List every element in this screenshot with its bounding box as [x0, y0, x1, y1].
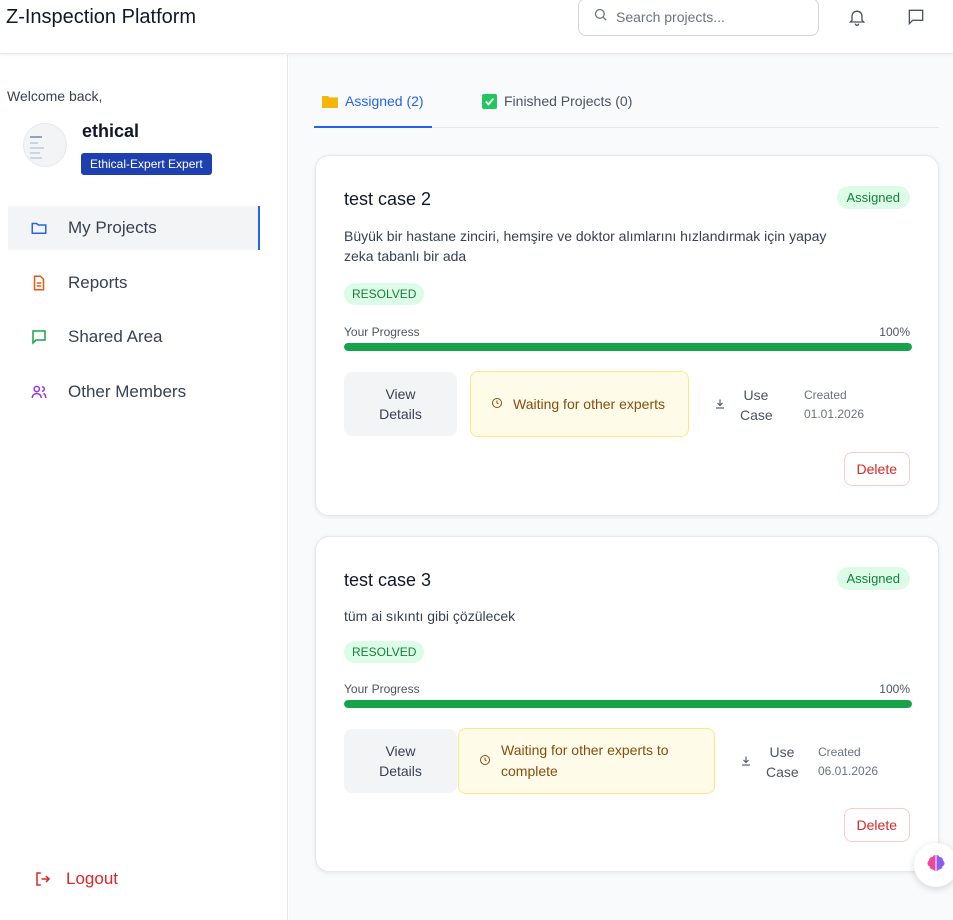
created-info: Created 06.01.2026 [818, 743, 878, 781]
download-icon [740, 752, 752, 772]
resolved-badge: RESOLVED [344, 283, 425, 305]
project-description: Büyük bir hastane zinciri, hemşire ve do… [344, 228, 827, 264]
delete-button[interactable]: Delete [843, 452, 910, 486]
bell-icon[interactable] [846, 6, 868, 28]
document-icon [30, 274, 48, 292]
sidebar-item-label: Shared Area [68, 327, 163, 346]
waiting-text: Waiting for other experts [513, 395, 665, 412]
ai-assistant-button[interactable] [914, 843, 953, 887]
view-details-button[interactable]: View Details [344, 729, 457, 793]
folder-icon [30, 219, 48, 237]
chat-icon [30, 328, 48, 346]
sidebar-item-reports[interactable]: Reports [8, 261, 260, 305]
search-icon [593, 7, 608, 27]
sidebar-nav: My Projects Reports Shared Area Other Me… [8, 206, 260, 424]
waiting-text: Waiting for other experts to complete [501, 742, 669, 779]
search-input[interactable] [616, 9, 796, 25]
avatar [23, 123, 67, 167]
waiting-status: Waiting for other experts to complete [458, 728, 715, 794]
created-label: Created [804, 388, 847, 402]
created-date: 06.01.2026 [818, 764, 879, 778]
top-header: Z-Inspection Platform [0, 0, 953, 54]
project-card: test case 2 Assigned Büyük bir hastane z… [315, 155, 939, 516]
clock-icon [491, 394, 503, 415]
role-badge: Ethical-Expert Expert [81, 153, 212, 175]
delete-button[interactable]: Delete [843, 808, 910, 842]
tab-finished-projects[interactable]: Finished Projects (0) [474, 93, 640, 128]
sidebar-item-label: Other Members [68, 381, 187, 401]
tab-assigned[interactable]: Assigned (2) [314, 93, 432, 128]
sidebar-item-other-members[interactable]: Other Members [8, 370, 260, 414]
logout-label: Logout [66, 869, 118, 888]
sidebar-item-my-projects[interactable]: My Projects [8, 206, 260, 250]
sidebar: Welcome back, ethical Ethical-Expert Exp… [0, 55, 288, 920]
project-title: test case 2 [344, 189, 432, 209]
progress-label: Your Progress [344, 682, 420, 696]
waiting-status: Waiting for other experts [470, 371, 689, 437]
search-box[interactable] [578, 0, 819, 36]
project-description: tüm ai sıkıntı gibi çözülecek [344, 608, 516, 624]
welcome-text: Welcome back, [7, 88, 103, 104]
tab-label: Finished Projects (0) [504, 93, 633, 109]
use-case-download[interactable]: Use Case [714, 385, 773, 425]
status-badge: Assigned [836, 567, 910, 590]
tab-label: Assigned (2) [345, 93, 424, 109]
use-case-download[interactable]: Use Case [740, 742, 799, 782]
progress-percent: 100% [879, 682, 910, 696]
sidebar-item-label: Reports [68, 272, 128, 292]
progress-bar [344, 343, 912, 351]
project-title: test case 3 [344, 570, 432, 590]
checkbox-icon [482, 94, 497, 112]
sidebar-item-shared-area[interactable]: Shared Area [8, 315, 260, 359]
clock-icon [479, 751, 491, 772]
username: ethical [82, 121, 140, 141]
resolved-badge: RESOLVED [344, 641, 425, 663]
users-icon [30, 383, 48, 401]
use-case-label: Use Case [740, 387, 773, 423]
progress-fill [344, 343, 912, 351]
download-icon [714, 395, 726, 415]
logout-icon [34, 870, 52, 888]
created-info: Created 01.01.2026 [804, 386, 864, 424]
logout-button[interactable]: Logout [34, 869, 118, 889]
project-card: test case 3 Assigned tüm ai sıkıntı gibi… [315, 536, 939, 872]
progress-percent: 100% [879, 325, 910, 339]
main-content: Assigned (2) Finished Projects (0) test … [289, 55, 953, 920]
sidebar-item-label: My Projects [68, 218, 157, 237]
message-icon[interactable] [905, 6, 927, 28]
brain-icon [924, 851, 948, 880]
folder-icon [322, 94, 338, 111]
project-tabs: Assigned (2) Finished Projects (0) [314, 93, 939, 128]
created-label: Created [818, 745, 861, 759]
status-badge: Assigned [836, 186, 910, 209]
app-title: Z-Inspection Platform [6, 6, 197, 28]
use-case-label: Use Case [766, 744, 799, 780]
progress-bar [344, 700, 912, 708]
view-details-button[interactable]: View Details [344, 372, 457, 436]
progress-label: Your Progress [344, 325, 420, 339]
created-date: 01.01.2026 [804, 407, 865, 421]
progress-fill [344, 700, 912, 708]
